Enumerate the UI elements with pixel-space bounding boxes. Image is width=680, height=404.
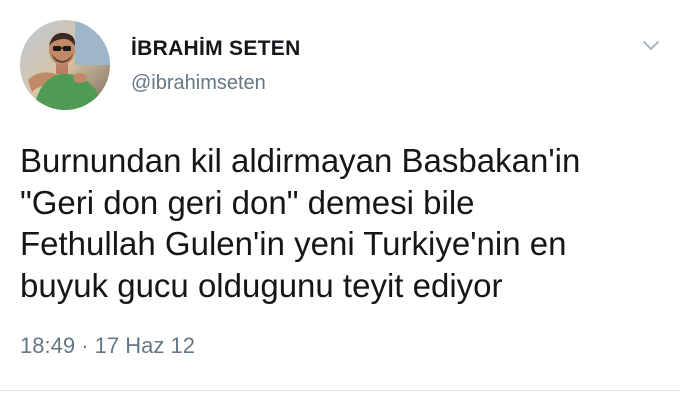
tweet-time: 18:49 bbox=[20, 333, 76, 358]
tweet-text-line: Fethullah Gulen'in yeni Turkiye'nin en bbox=[20, 225, 567, 262]
avatar-photo bbox=[20, 20, 110, 110]
tweet-text-line: Burnundan kil aldirmayan Basbakan'in bbox=[20, 142, 581, 179]
tweet-date: 17 Haz 12 bbox=[94, 333, 195, 358]
author-handle[interactable]: @ibrahimseten bbox=[131, 72, 266, 95]
timestamp-separator: · bbox=[81, 333, 89, 358]
author-display-name[interactable]: İBRAHİM SETEN bbox=[131, 37, 301, 61]
divider bbox=[0, 390, 680, 391]
tweet-card: İBRAHİM SETEN @ibrahimseten Burnundan ki… bbox=[0, 0, 680, 404]
tweet-text-line: buyuk gucu oldugunu teyit ediyor bbox=[20, 266, 503, 304]
tweet-text: Burnundan kil aldirmayan Basbakan'in "Ge… bbox=[20, 140, 670, 306]
tweet-timestamp[interactable]: 18:49 · 17 Haz 12 bbox=[20, 333, 195, 359]
chevron-down-icon[interactable] bbox=[639, 36, 663, 56]
tweet-text-line: "Geri don geri don" demesi bile bbox=[20, 183, 475, 221]
avatar[interactable] bbox=[20, 20, 110, 110]
